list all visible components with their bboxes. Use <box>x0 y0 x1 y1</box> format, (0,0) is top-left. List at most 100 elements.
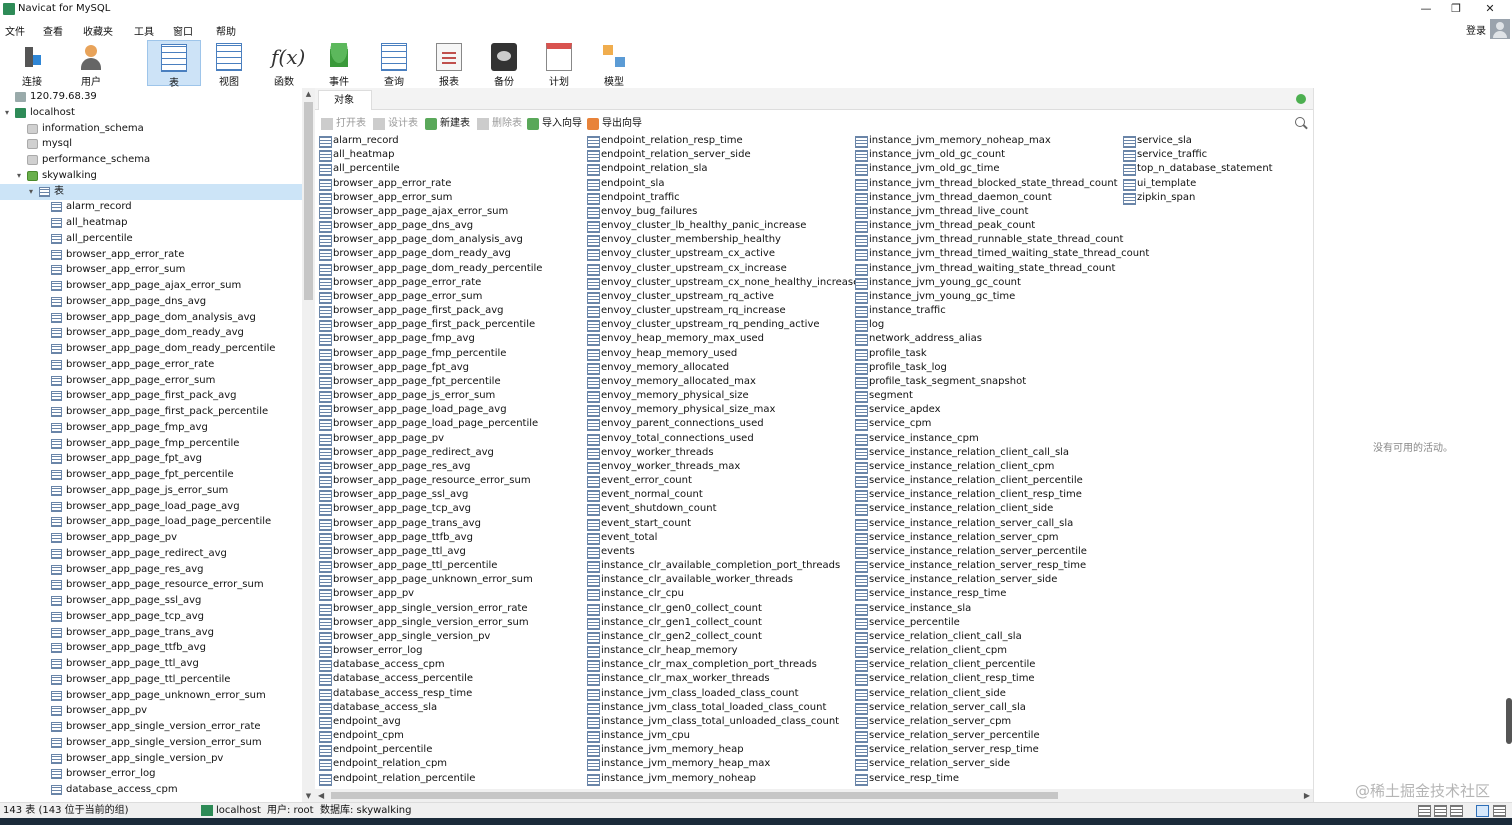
object-table-item[interactable]: instance_jvm_thread_peak_count <box>853 219 1035 234</box>
menu-window[interactable]: 窗口 <box>173 23 193 38</box>
grid-scroll-thumb[interactable] <box>331 792 1058 799</box>
object-table-item[interactable]: endpoint_relation_percentile <box>317 772 475 786</box>
object-table-item[interactable]: browser_app_page_fmp_percentile <box>317 347 506 361</box>
object-table-item[interactable]: envoy_memory_physical_size <box>585 389 749 404</box>
object-table-item[interactable]: ui_template <box>1121 177 1196 191</box>
object-table-item[interactable]: instance_traffic <box>853 304 946 319</box>
object-table-item[interactable]: service_instance_sla <box>853 602 971 616</box>
object-table-item[interactable]: service_instance_relation_server_call_sl… <box>853 517 1073 531</box>
object-table-item[interactable]: service_traffic <box>1121 148 1207 163</box>
object-table-item[interactable]: browser_error_log <box>317 644 422 659</box>
object-table-item[interactable]: envoy_cluster_membership_healthy <box>585 233 781 248</box>
object-table-item[interactable]: events <box>585 545 635 559</box>
object-table-item[interactable]: service_instance_cpm <box>853 432 979 446</box>
object-table-item[interactable]: service_instance_relation_client_cpm <box>853 460 1054 474</box>
object-table-item[interactable]: instance_clr_gen1_collect_count <box>585 616 762 630</box>
object-table-item[interactable]: network_address_alias <box>853 332 982 347</box>
object-table-item[interactable]: browser_app_page_pv <box>317 432 444 446</box>
object-table-item[interactable]: browser_app_page_ssl_avg <box>317 488 468 503</box>
object-table-item[interactable]: service_apdex <box>853 403 941 418</box>
object-table-item[interactable]: instance_clr_cpu <box>585 587 684 602</box>
object-table-item[interactable]: service_relation_client_percentile <box>853 658 1035 673</box>
tree-table-item[interactable]: browser_app_page_ajax_error_sum <box>0 278 302 294</box>
object-table-item[interactable]: database_access_cpm <box>317 658 445 673</box>
tree-table-item[interactable]: browser_app_page_fpt_percentile <box>0 467 302 483</box>
object-table-item[interactable]: browser_app_page_dns_avg <box>317 219 473 234</box>
object-table-item[interactable]: service_resp_time <box>853 772 959 786</box>
grid-view-icon[interactable] <box>1476 805 1489 817</box>
object-table-item[interactable]: service_relation_client_side <box>853 687 1006 701</box>
object-table-item[interactable]: instance_clr_max_completion_port_threads <box>585 658 817 673</box>
object-table-item[interactable]: endpoint_percentile <box>317 743 432 758</box>
table-button[interactable]: 表 <box>147 40 201 89</box>
object-table-item[interactable]: endpoint_relation_sla <box>585 162 708 177</box>
object-table-item[interactable]: browser_app_pv <box>317 587 414 602</box>
tree-table-item[interactable]: browser_app_page_redirect_avg <box>0 546 302 562</box>
tree-table-item[interactable]: browser_app_page_dom_ready_avg <box>0 325 302 341</box>
tree-table-item[interactable]: database_access_cpm <box>0 782 302 798</box>
tree-table-item[interactable]: browser_app_page_dom_ready_percentile <box>0 341 302 357</box>
tree-table-item[interactable]: browser_app_single_version_pv <box>0 751 302 767</box>
connection-button[interactable]: 连接 <box>5 40 59 88</box>
object-table-item[interactable]: browser_app_page_fmp_avg <box>317 332 475 347</box>
object-table-item[interactable]: service_relation_server_side <box>853 757 1010 772</box>
menu-tools[interactable]: 工具 <box>134 23 154 38</box>
object-table-item[interactable]: instance_clr_heap_memory <box>585 644 738 659</box>
object-table-item[interactable]: envoy_cluster_upstream_rq_pending_active <box>585 318 820 333</box>
tree-table-item[interactable]: browser_app_page_pv <box>0 530 302 546</box>
object-table-item[interactable]: event_error_count <box>585 474 692 489</box>
object-table-item[interactable]: browser_app_page_ttfb_avg <box>317 531 473 545</box>
tree-table-item[interactable]: browser_app_page_dom_analysis_avg <box>0 310 302 326</box>
tree-table-item[interactable]: browser_app_page_load_page_percentile <box>0 514 302 530</box>
tree-table-item[interactable]: browser_app_page_first_pack_percentile <box>0 404 302 420</box>
object-table-item[interactable]: segment <box>853 389 913 404</box>
object-table-item[interactable]: database_access_percentile <box>317 672 473 687</box>
object-table-item[interactable]: endpoint_relation_resp_time <box>585 134 743 148</box>
object-table-item[interactable]: instance_jvm_thread_waiting_state_thread… <box>853 262 1115 276</box>
object-table-item[interactable]: service_instance_relation_server_resp_ti… <box>853 559 1086 574</box>
object-table-item[interactable]: browser_app_page_dom_ready_percentile <box>317 262 542 276</box>
object-table-item[interactable]: top_n_database_statement <box>1121 162 1273 177</box>
object-table-item[interactable]: instance_jvm_cpu <box>585 729 690 744</box>
query-button[interactable]: 查询 <box>367 40 421 88</box>
event-button[interactable]: 事件 <box>312 40 366 88</box>
tree-table-item[interactable]: browser_app_page_dns_avg <box>0 294 302 310</box>
object-table-item[interactable]: service_percentile <box>853 616 960 630</box>
tree-table-item[interactable]: browser_app_page_fmp_percentile <box>0 436 302 452</box>
object-table-item[interactable]: browser_app_page_ttl_percentile <box>317 559 497 574</box>
expand-toggle-icon[interactable]: ▾ <box>2 105 12 121</box>
object-table-item[interactable]: profile_task <box>853 347 927 361</box>
tree-table-item[interactable]: browser_app_error_sum <box>0 262 302 278</box>
tree-table-item[interactable]: browser_app_page_trans_avg <box>0 625 302 641</box>
tree-connection-remote[interactable]: 120.79.68.39 <box>0 89 302 105</box>
new-tab-icon[interactable] <box>1293 91 1309 107</box>
object-table-item[interactable]: instance_jvm_memory_heap <box>585 743 744 758</box>
tree-database-mysql[interactable]: mysql <box>0 136 302 152</box>
tree-table-item[interactable]: browser_app_page_resource_error_sum <box>0 577 302 593</box>
object-table-item[interactable]: browser_app_page_ttl_avg <box>317 545 466 559</box>
object-table-item[interactable]: instance_jvm_old_gc_time <box>853 162 999 177</box>
menu-help[interactable]: 帮助 <box>216 23 236 38</box>
object-table-item[interactable]: instance_jvm_thread_live_count <box>853 205 1028 219</box>
object-table-item[interactable]: browser_app_page_ajax_error_sum <box>317 205 508 219</box>
object-table-item[interactable]: service_relation_server_percentile <box>853 729 1040 744</box>
object-table-item[interactable]: service_relation_client_call_sla <box>853 630 1022 644</box>
tree-table-item[interactable]: browser_app_page_unknown_error_sum <box>0 688 302 704</box>
object-table-item[interactable]: browser_app_single_version_pv <box>317 630 490 644</box>
function-button[interactable]: f(x) 函数 <box>257 40 311 88</box>
delete-table-button[interactable]: 删除表 <box>477 117 522 131</box>
tree-scroll-thumb[interactable] <box>304 102 313 300</box>
avatar-icon[interactable] <box>1490 19 1510 39</box>
report-button[interactable]: 报表 <box>422 40 476 88</box>
object-table-item[interactable]: instance_jvm_memory_noheap_max <box>853 134 1051 148</box>
object-table-item[interactable]: endpoint_sla <box>585 177 664 191</box>
object-table-item[interactable]: endpoint_avg <box>317 715 401 729</box>
object-table-item[interactable]: browser_app_page_redirect_avg <box>317 446 494 460</box>
tree-table-item[interactable]: browser_app_page_ttfb_avg <box>0 640 302 656</box>
object-table-item[interactable]: browser_app_error_sum <box>317 191 452 205</box>
object-table-item[interactable]: log <box>853 318 884 333</box>
object-table-item[interactable]: endpoint_relation_server_side <box>585 148 751 163</box>
info-pane-icon[interactable] <box>1493 805 1506 817</box>
object-table-item[interactable]: envoy_total_connections_used <box>585 432 754 446</box>
tree-table-item[interactable]: browser_app_page_tcp_avg <box>0 609 302 625</box>
